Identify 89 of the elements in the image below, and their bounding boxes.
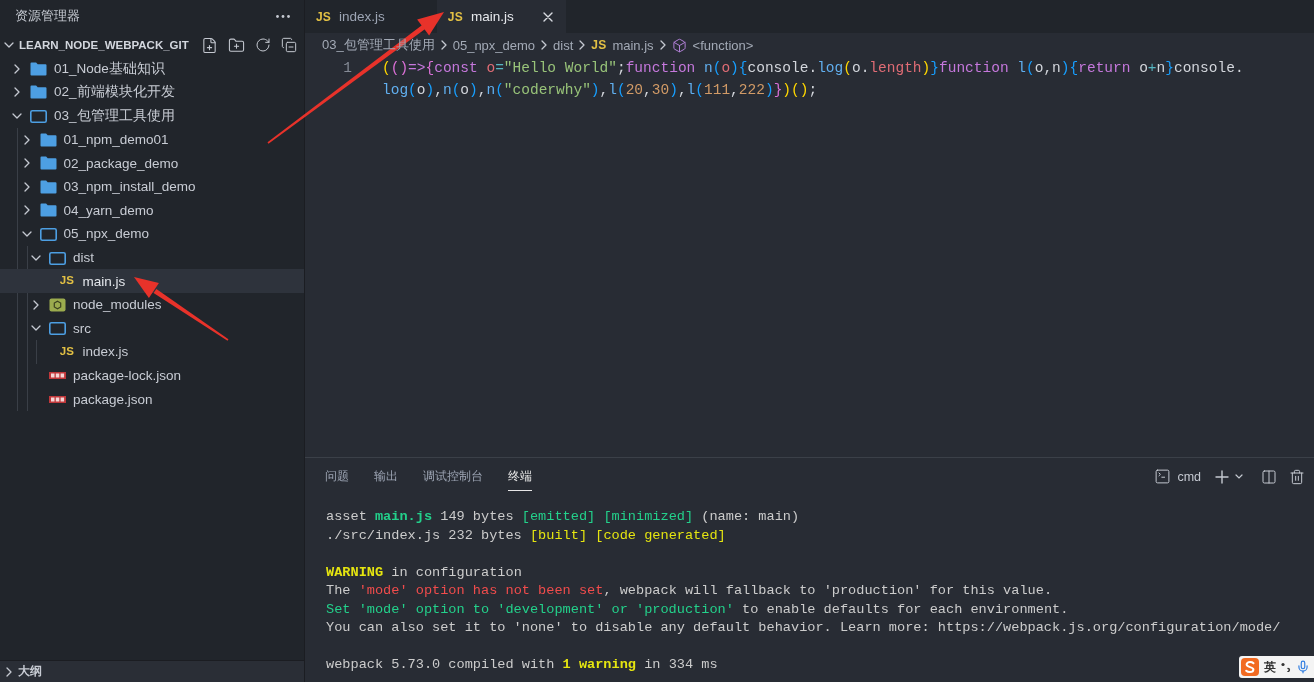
folder-item[interactable]: src — [0, 316, 304, 341]
folder-item[interactable]: 05_npx_demo — [0, 222, 304, 246]
terminal-line: webpack 5.73.0 compiled with 1 warning in 334 ms — [326, 656, 718, 674]
chevron-down-icon[interactable] — [12, 113, 22, 119]
open-folder-icon — [49, 250, 66, 265]
editor-tab[interactable]: JS main.js — [436, 0, 566, 33]
collapse-all-icon[interactable] — [281, 37, 297, 53]
input-mode[interactable]: 英 — [1264, 658, 1276, 676]
folder-icon — [30, 85, 47, 100]
js-file-icon: JS — [316, 10, 332, 23]
code-line: (()=>{const o="Hello World";function n(o){console.log(o.length)}function l(o,n){return o+n}console. — [382, 59, 1244, 78]
chevron-right-icon[interactable] — [23, 205, 30, 216]
breadcrumb-item[interactable]: 05_npx_demo — [452, 37, 536, 53]
chevron-right-icon[interactable] — [6, 666, 12, 677]
folder-icon — [39, 132, 57, 147]
terminal-line: asset main.js 149 bytes [emitted] [minimized] (name: main) — [326, 508, 800, 526]
chevron-right-icon — [659, 40, 666, 50]
folder-item[interactable]: 02_package_demo — [0, 151, 304, 175]
terminal-line: You can also set it to 'none' to disable any default behavior. Learn more: https://webpack.js.org/configuration/mode/ — [326, 619, 1281, 637]
folder-item[interactable]: node_modules — [0, 292, 304, 317]
terminal-line: The 'mode' option has not been set, webpack will fallback to 'production' for this value. — [326, 582, 1053, 600]
section-title[interactable]: LEARN_NODE_WEBPACK_GIT — [19, 39, 196, 51]
chevron-down-icon[interactable] — [4, 42, 14, 48]
terminal-icon[interactable] — [1154, 468, 1172, 485]
folder-icon — [30, 61, 47, 76]
folder-icon — [39, 179, 57, 194]
folder-item[interactable]: 01_npm_demo01 — [0, 127, 304, 152]
microphone-icon[interactable] — [1296, 660, 1310, 674]
js-file-icon: JS — [59, 346, 75, 358]
chevron-right-icon[interactable] — [23, 158, 30, 169]
chevron-right-icon — [541, 40, 548, 50]
code-line: log(o),n(o),n("coderwhy"),l(20,30),l(111,222)})(); — [382, 81, 818, 100]
breadcrumb-item[interactable]: <function> — [692, 37, 754, 53]
package-file-icon — [49, 372, 66, 379]
new-file-icon[interactable] — [201, 36, 218, 54]
hexagon-folder-icon — [49, 297, 66, 312]
chevron-right-icon — [440, 40, 447, 50]
trash-icon[interactable] — [1289, 468, 1305, 485]
file-item[interactable]: JS main.js — [0, 269, 304, 293]
js-file-icon: JS — [447, 10, 463, 23]
more-icon[interactable] — [276, 15, 290, 18]
chevron-down-icon[interactable] — [31, 254, 41, 261]
terminal-line: Set 'mode' option to 'development' or 'production' to enable defaults for each environment. — [326, 600, 1069, 619]
breadcrumb-item[interactable]: main.js — [612, 37, 654, 53]
chevron-right-icon[interactable] — [33, 299, 39, 310]
sidebar-title: 资源管理器 — [15, 8, 80, 25]
refresh-icon[interactable] — [255, 37, 271, 53]
s-logo-icon[interactable] — [1241, 658, 1259, 676]
punctuation-icon[interactable] — [1281, 662, 1291, 672]
panel-tab[interactable]: 输出 — [374, 462, 398, 491]
chevron-right-icon — [579, 40, 586, 50]
folder-item[interactable]: 02_前端模块化开发 — [0, 80, 304, 105]
folder-icon — [39, 156, 57, 171]
js-file-icon: JS — [591, 39, 607, 51]
chevron-down-icon[interactable] — [21, 230, 32, 237]
open-folder-icon — [49, 321, 66, 336]
close-icon[interactable] — [542, 11, 553, 22]
open-folder-icon — [30, 109, 47, 123]
panel-tab[interactable]: 问题 — [325, 462, 349, 491]
folder-item[interactable]: 04_yarn_demo — [0, 198, 304, 223]
split-icon[interactable] — [1261, 468, 1277, 485]
folder-icon — [39, 203, 57, 218]
shell-name[interactable]: cmd — [1177, 469, 1201, 484]
line-number: 1 — [343, 60, 352, 76]
folder-item[interactable]: 03_包管理工具使用 — [0, 104, 304, 128]
cube-icon — [671, 37, 687, 53]
file-item[interactable]: package-lock.json — [0, 363, 304, 388]
file-item[interactable]: JS index.js — [0, 340, 304, 364]
panel-tab[interactable]: 终端 — [508, 462, 532, 491]
package-file-icon — [49, 395, 66, 403]
chevron-right-icon[interactable] — [23, 134, 30, 145]
terminal-line: ./src/index.js 232 bytes [built] [code generated] — [326, 526, 726, 545]
chevron-right-icon[interactable] — [23, 181, 30, 192]
panel-tab[interactable]: 调试控制台 — [423, 462, 483, 491]
terminal-line: WARNING in configuration — [326, 563, 522, 582]
plus-icon[interactable] — [1215, 469, 1229, 484]
js-file-icon: JS — [59, 275, 75, 287]
section-title[interactable]: 大纲 — [18, 663, 42, 680]
new-folder-icon[interactable] — [228, 36, 245, 54]
chevron-down-icon[interactable] — [1235, 474, 1243, 479]
folder-item[interactable]: 01_Node基础知识 — [0, 57, 304, 81]
chevron-down-icon[interactable] — [31, 325, 41, 332]
file-item[interactable]: package.json — [0, 387, 304, 411]
chevron-right-icon[interactable] — [14, 87, 20, 98]
chevron-right-icon[interactable] — [14, 63, 20, 74]
breadcrumb-item[interactable]: dist — [553, 37, 574, 53]
folder-item[interactable]: dist — [0, 245, 304, 270]
folder-item[interactable]: 03_npm_install_demo — [0, 174, 304, 199]
open-folder-icon — [39, 226, 57, 241]
